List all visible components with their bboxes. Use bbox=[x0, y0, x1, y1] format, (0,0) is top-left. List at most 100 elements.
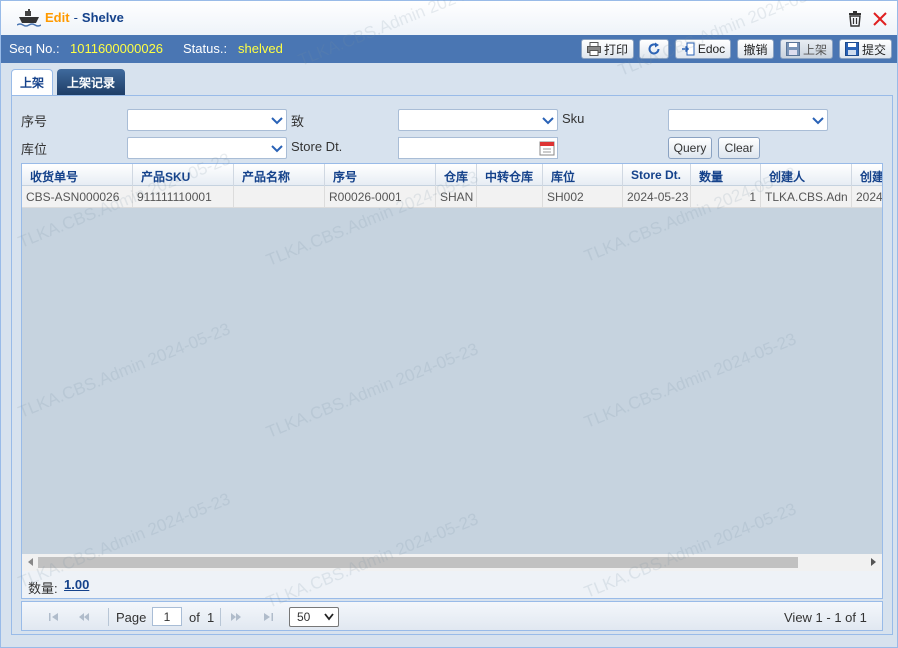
seq-no-label: Seq No.: bbox=[9, 41, 60, 56]
quantity-sum-label: 数量: bbox=[28, 581, 58, 596]
scrollbar-thumb[interactable] bbox=[38, 557, 798, 568]
scroll-left-icon[interactable] bbox=[28, 558, 33, 566]
column-header[interactable]: 库位 bbox=[543, 164, 623, 186]
save-icon bbox=[785, 42, 800, 56]
grid-header: 收货单号 产品SKU 产品名称 序号 仓库 中转仓库 库位 Store Dt. … bbox=[22, 164, 882, 186]
query-button[interactable]: Query bbox=[668, 137, 712, 159]
page-size-select[interactable]: 50 bbox=[289, 607, 339, 627]
pager-divider bbox=[108, 608, 109, 626]
next-page-icon[interactable] bbox=[230, 612, 242, 622]
cell-creator: TLKA.CBS.Adn bbox=[761, 186, 852, 208]
cell-transit-warehouse bbox=[477, 186, 543, 208]
prev-page-icon[interactable] bbox=[78, 612, 90, 622]
printer-icon bbox=[586, 42, 601, 56]
chevron-down-icon[interactable] bbox=[270, 141, 284, 155]
column-header[interactable]: 序号 bbox=[325, 164, 436, 186]
clear-button[interactable]: Clear bbox=[718, 137, 760, 159]
clear-label: Clear bbox=[724, 141, 754, 155]
sku-filter-combo[interactable] bbox=[668, 109, 828, 131]
grid-pager: Page 1 of 1 50 View 1 - 1 of 1 bbox=[21, 601, 883, 631]
edoc-icon bbox=[681, 42, 695, 56]
submit-button[interactable]: 提交 bbox=[839, 39, 892, 59]
first-page-icon[interactable] bbox=[48, 612, 60, 622]
quantity-sum-value: 1.00 bbox=[64, 577, 90, 592]
to-filter-label: 致 bbox=[291, 114, 305, 129]
edoc-button[interactable]: Edoc bbox=[675, 39, 731, 59]
close-icon[interactable] bbox=[872, 11, 888, 27]
tab-shelve[interactable]: 上架 bbox=[11, 69, 53, 95]
column-header[interactable]: 创建人 bbox=[761, 164, 852, 186]
refresh-button[interactable] bbox=[639, 39, 669, 59]
shelve-button[interactable]: 上架 bbox=[780, 39, 833, 59]
tab-shelve-records-label: 上架记录 bbox=[66, 75, 115, 90]
cell-sku: 911111110001 bbox=[133, 186, 234, 208]
column-header[interactable]: 数量 bbox=[691, 164, 761, 186]
grid-summary: 数量: 1.00 bbox=[22, 571, 882, 598]
edit-label: Edit bbox=[45, 10, 70, 25]
undo-button[interactable]: 撤销 bbox=[737, 39, 774, 59]
chevron-down-icon[interactable] bbox=[811, 113, 825, 127]
cell-product-name bbox=[234, 186, 325, 208]
calendar-icon[interactable] bbox=[539, 140, 555, 156]
refresh-icon bbox=[648, 42, 660, 55]
column-header[interactable]: Store Dt. bbox=[623, 164, 691, 186]
tab-shelve-label: 上架 bbox=[19, 76, 44, 90]
shelve-window: Edit - Shelve Seq No.: 1011600000026 Statu… bbox=[0, 0, 898, 648]
total-pages: 1 bbox=[207, 610, 215, 625]
submit-label: 提交 bbox=[861, 42, 886, 57]
print-label: 打印 bbox=[603, 42, 628, 57]
column-header[interactable]: 收货单号 bbox=[22, 164, 133, 186]
cell-created: 2024 bbox=[852, 186, 882, 208]
save-icon bbox=[844, 42, 859, 56]
column-header[interactable]: 产品名称 bbox=[234, 164, 325, 186]
tab-shelve-records[interactable]: 上架记录 bbox=[57, 69, 125, 95]
location-filter-combo[interactable] bbox=[127, 137, 287, 159]
tab-strip: 上架 上架记录 bbox=[1, 63, 897, 95]
query-label: Query bbox=[673, 141, 707, 155]
page-size-value: 50 bbox=[297, 610, 311, 624]
cell-receipt-no: CBS-ASN000026 bbox=[22, 186, 133, 208]
chevron-down-icon[interactable] bbox=[270, 113, 284, 127]
table-row[interactable]: CBS-ASN000026 911111110001 R00026-0001 S… bbox=[22, 186, 882, 208]
edoc-label: Edoc bbox=[697, 42, 726, 56]
chevron-down-icon[interactable] bbox=[541, 113, 555, 127]
title-separator: - bbox=[73, 10, 78, 25]
page-number-input[interactable]: 1 bbox=[152, 607, 182, 626]
status-label: Status.: bbox=[183, 41, 228, 56]
of-label: of bbox=[189, 610, 200, 625]
shelve-label: 上架 bbox=[802, 42, 827, 57]
store-dt-filter-label: Store Dt. bbox=[291, 139, 343, 154]
trash-icon[interactable] bbox=[847, 11, 863, 27]
print-button[interactable]: 打印 bbox=[581, 39, 634, 59]
to-filter-combo[interactable] bbox=[398, 109, 558, 131]
view-range-text: View 1 - 1 of 1 bbox=[784, 610, 867, 625]
last-page-icon[interactable] bbox=[262, 612, 274, 622]
cell-location: SH002 bbox=[543, 186, 623, 208]
cell-seq: R00026-0001 bbox=[325, 186, 436, 208]
status-value: shelved bbox=[238, 41, 283, 56]
column-header[interactable]: 产品SKU bbox=[133, 164, 234, 186]
window-title: Edit - Shelve bbox=[45, 10, 124, 25]
cell-warehouse: SHAN bbox=[436, 186, 477, 208]
column-header[interactable]: 中转仓库 bbox=[477, 164, 543, 186]
seq-filter-label: 序号 bbox=[21, 114, 48, 129]
location-filter-label: 库位 bbox=[21, 142, 48, 157]
undo-label: 撤销 bbox=[743, 42, 768, 57]
horizontal-scrollbar[interactable] bbox=[22, 554, 882, 571]
seq-no-value: 1011600000026 bbox=[70, 41, 164, 56]
store-dt-input[interactable] bbox=[398, 137, 558, 159]
title-bar: Edit - Shelve bbox=[1, 1, 897, 35]
column-header[interactable]: 创建 bbox=[852, 164, 882, 186]
chevron-down-icon bbox=[324, 613, 334, 621]
sku-filter-label: Sku bbox=[562, 111, 585, 126]
ship-icon bbox=[17, 9, 41, 27]
seq-filter-combo[interactable] bbox=[127, 109, 287, 131]
pager-divider bbox=[220, 608, 221, 626]
cell-store-dt: 2024-05-23 bbox=[623, 186, 691, 208]
scroll-right-icon[interactable] bbox=[871, 558, 876, 566]
cell-quantity: 1 bbox=[691, 186, 761, 208]
page-label: Page bbox=[116, 610, 147, 625]
column-header[interactable]: 仓库 bbox=[436, 164, 477, 186]
shelve-records-grid: 收货单号 产品SKU 产品名称 序号 仓库 中转仓库 库位 Store Dt. … bbox=[21, 163, 883, 599]
title-label: Shelve bbox=[81, 10, 124, 25]
